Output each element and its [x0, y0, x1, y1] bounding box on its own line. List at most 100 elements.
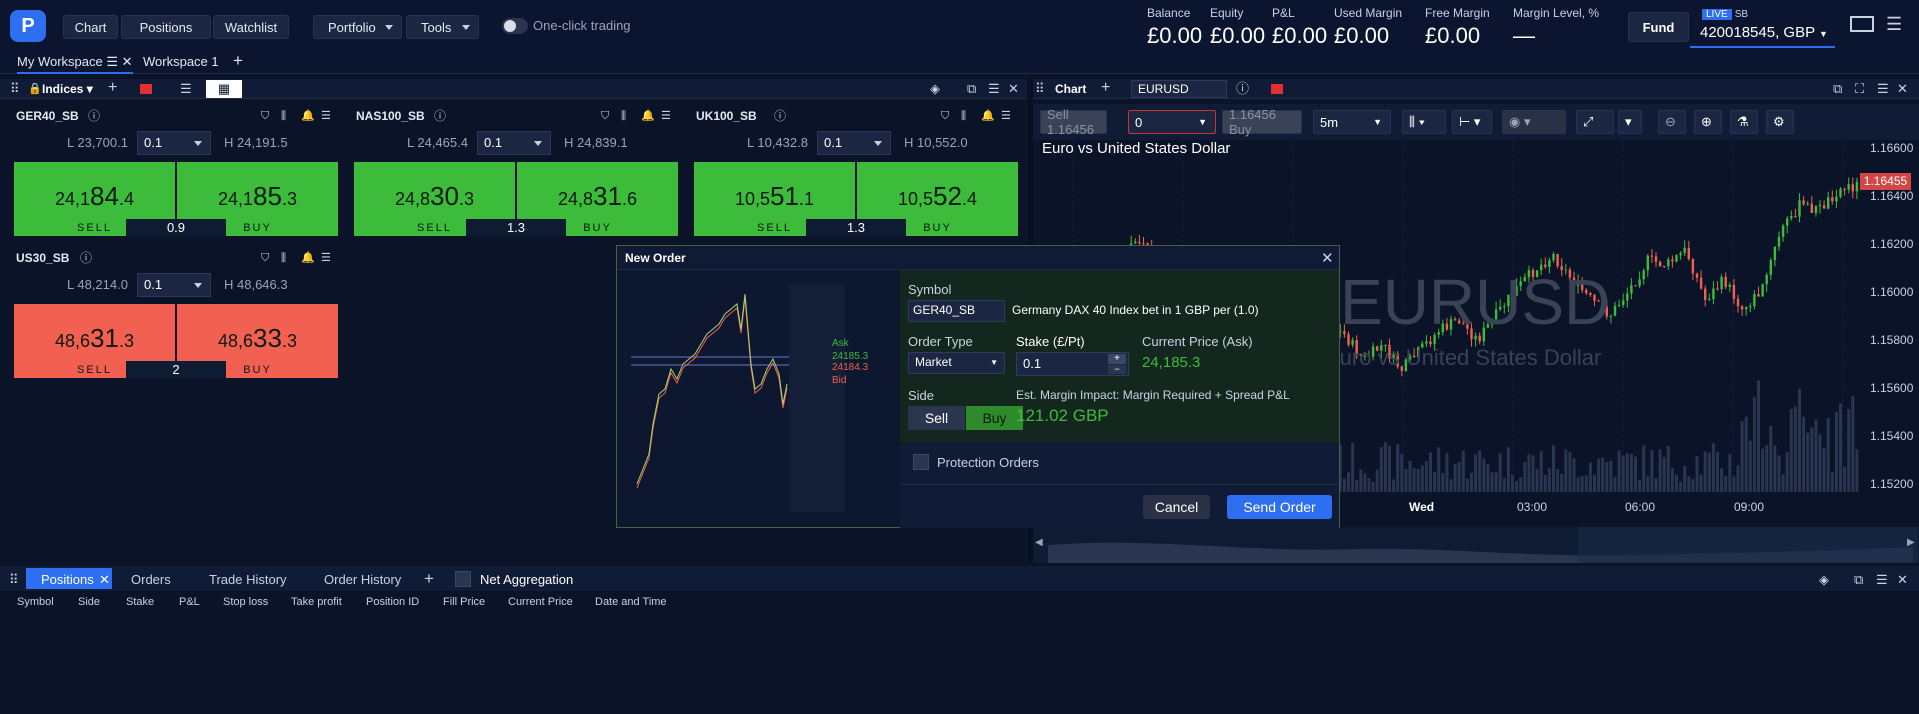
watchlist-button[interactable]: Watchlist	[213, 15, 289, 39]
scroll-left-icon[interactable]: ◀	[1035, 537, 1043, 548]
lot-size-dropdown[interactable]: 0.1	[817, 131, 891, 155]
portfolio-dropdown[interactable]: Portfolio	[313, 15, 402, 39]
add-tab-icon[interactable]: +	[424, 569, 434, 589]
watchlist-title[interactable]: Indices ▾	[42, 82, 93, 96]
close-icon[interactable]: ✕	[1321, 249, 1334, 267]
info-icon[interactable]: ⓘ	[1236, 82, 1249, 96]
scroll-right-icon[interactable]: ▶	[1907, 537, 1915, 548]
info-icon[interactable]: ⓘ	[88, 109, 100, 123]
symbol-field[interactable]: GER40_SB	[908, 300, 1005, 322]
sell-side-button[interactable]: Sell	[908, 406, 965, 430]
drag-handle-icon[interactable]: ⠿	[10, 82, 20, 96]
chart-buy-button[interactable]: 1.16456 Buy	[1222, 107, 1302, 137]
menu-icon[interactable]: ☰	[1001, 109, 1011, 123]
chart-icon[interactable]: ⫼	[281, 109, 286, 123]
line-tool-icon[interactable]: ⤢	[1576, 110, 1614, 134]
shield-icon[interactable]: ⛉	[261, 251, 269, 265]
menu-icon[interactable]: ☰	[661, 109, 671, 123]
close-icon[interactable]: ✕	[1897, 82, 1908, 96]
color-tag-icon[interactable]	[1271, 84, 1283, 94]
chart-type-icon[interactable]: ⫼ ▾	[1402, 110, 1446, 134]
gear-icon[interactable]: ⚙	[1766, 110, 1794, 134]
account-selector[interactable]: LIVE SB 420018545, GBP ▼	[1690, 6, 1835, 48]
drag-handle-icon[interactable]: ⠿	[1035, 82, 1045, 96]
protection-orders-checkbox[interactable]	[913, 454, 929, 470]
menu-icon[interactable]: ☰	[321, 251, 331, 265]
info-icon[interactable]: ⓘ	[80, 251, 92, 265]
info-icon[interactable]: ⓘ	[434, 109, 446, 123]
net-aggregation-checkbox[interactable]	[455, 571, 471, 587]
menu-icon[interactable]: ☰	[1876, 572, 1888, 588]
one-click-toggle[interactable]	[502, 18, 528, 34]
bell-icon[interactable]: 🔔	[981, 109, 995, 123]
zoom-out-icon[interactable]: ⊖	[1658, 110, 1686, 134]
shield-icon[interactable]: ⛉	[601, 109, 609, 123]
close-icon[interactable]: ✕	[122, 54, 133, 69]
chart-navigator[interactable]: ◀ ▶	[1033, 527, 1919, 563]
cancel-button[interactable]: Cancel	[1143, 495, 1210, 519]
drag-handle-icon[interactable]: ⠿	[9, 573, 19, 587]
tools-dropdown[interactable]: Tools	[406, 15, 479, 39]
tab-order-history[interactable]: Order History	[324, 572, 401, 587]
drawing-dropdown[interactable]: ◉ ▾	[1502, 110, 1566, 134]
menu-icon[interactable]: ☰	[1886, 15, 1904, 33]
chart-icon[interactable]: ⫼	[621, 109, 626, 123]
chart-icon[interactable]: ⫼	[281, 251, 286, 265]
menu-icon[interactable]: ☰	[321, 109, 331, 123]
bell-icon[interactable]: 🔔	[641, 109, 655, 123]
fund-button[interactable]: Fund	[1628, 12, 1689, 42]
popout-icon[interactable]: ⧉	[967, 82, 976, 96]
shield-icon[interactable]: ⛉	[941, 109, 949, 123]
menu-icon[interactable]: ☰	[988, 82, 1000, 96]
instrument-symbol[interactable]: NAS100_SB	[356, 109, 425, 123]
close-icon[interactable]: ✕	[99, 572, 110, 588]
swap-icon[interactable]: ◈	[1819, 572, 1829, 588]
chart-button[interactable]: Chart	[63, 15, 118, 39]
popout-icon[interactable]: ⧉	[1833, 82, 1842, 96]
grid-view-icon[interactable]: ▦	[206, 80, 242, 98]
bell-icon[interactable]: 🔔	[301, 251, 315, 265]
order-type-dropdown[interactable]: Market ▼	[908, 352, 1005, 374]
list-view-icon[interactable]: ☰	[180, 82, 192, 96]
tab-trade-history[interactable]: Trade History	[209, 572, 287, 587]
chart-icon[interactable]: ⫼	[961, 109, 966, 123]
popout-icon[interactable]: ⧉	[1854, 572, 1863, 588]
chart-quantity-input[interactable]: 0 ▼	[1128, 110, 1216, 134]
lot-size-dropdown[interactable]: 0.1	[477, 131, 551, 155]
lot-size-dropdown[interactable]: 0.1	[137, 131, 211, 155]
add-icon[interactable]: +	[1101, 80, 1110, 96]
add-icon[interactable]: +	[108, 80, 117, 96]
add-workspace-icon[interactable]: +	[233, 51, 243, 71]
bell-icon[interactable]: 🔔	[301, 109, 315, 123]
maximize-icon[interactable]: ⛶	[1855, 82, 1864, 96]
chevron-down-icon[interactable]: ▾	[1618, 110, 1642, 134]
stake-increment-button[interactable]: +	[1108, 354, 1126, 364]
zoom-in-icon[interactable]: ⊕	[1694, 110, 1722, 134]
symbol-input[interactable]: EURUSD	[1131, 80, 1227, 98]
menu-icon[interactable]: ☰	[106, 54, 118, 69]
info-icon[interactable]: ⓘ	[774, 109, 786, 123]
chart-sell-button[interactable]: Sell 1.16456	[1040, 107, 1107, 137]
positions-button[interactable]: Positions	[121, 15, 211, 39]
swap-icon[interactable]: ◈	[930, 82, 940, 96]
app-logo[interactable]: P	[10, 10, 46, 42]
stake-decrement-button[interactable]: −	[1108, 365, 1126, 374]
buy-side-button[interactable]: Buy	[966, 406, 1023, 430]
close-icon[interactable]: ✕	[1008, 82, 1019, 96]
tab-orders[interactable]: Orders	[131, 572, 171, 587]
timeframe-dropdown[interactable]: 5m ▼	[1313, 110, 1391, 134]
workspace-tab-1[interactable]: Workspace 1	[143, 54, 219, 69]
color-tag-icon[interactable]	[140, 84, 152, 94]
workspace-tab-my[interactable]: My Workspace ☰ ✕	[17, 54, 133, 74]
send-order-button[interactable]: Send Order	[1227, 495, 1332, 519]
indicator-icon[interactable]: ⊢ ▾	[1452, 110, 1492, 134]
instrument-symbol[interactable]: US30_SB	[16, 251, 69, 265]
close-icon[interactable]: ✕	[1897, 572, 1908, 588]
shield-icon[interactable]: ⛉	[261, 109, 269, 123]
stake-input[interactable]: 0.1 + −	[1016, 352, 1129, 376]
flask-icon[interactable]: ⚗	[1730, 110, 1758, 134]
layout-icon[interactable]	[1850, 16, 1874, 32]
menu-icon[interactable]: ☰	[1877, 82, 1889, 96]
instrument-symbol[interactable]: UK100_SB	[696, 109, 757, 123]
lot-size-dropdown[interactable]: 0.1	[137, 273, 211, 297]
